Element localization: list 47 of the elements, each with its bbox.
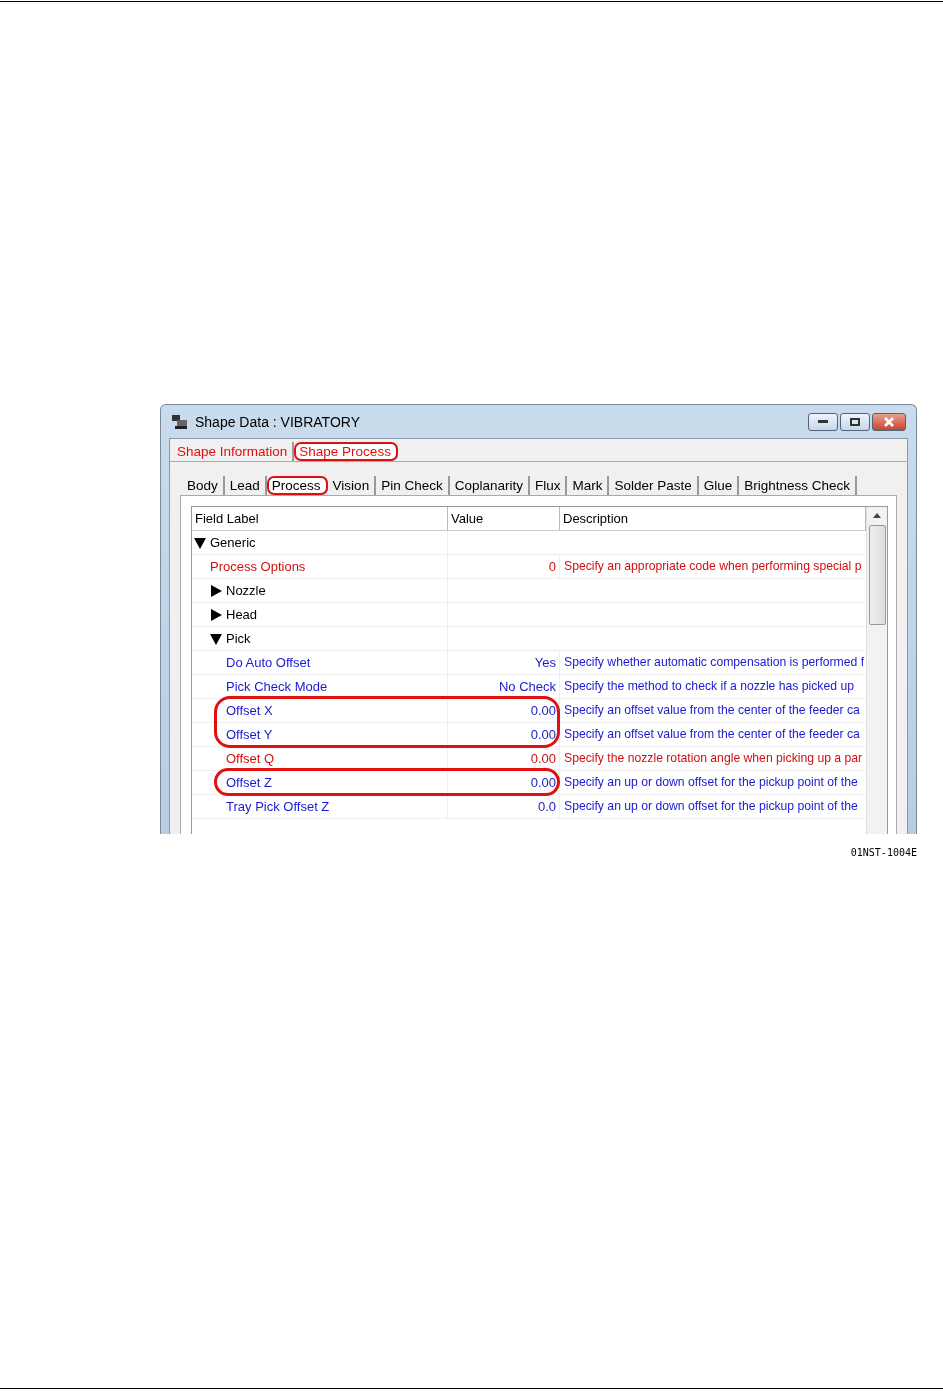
group-label[interactable]: Nozzle — [226, 583, 266, 598]
group-label[interactable]: Head — [226, 607, 258, 622]
close-button[interactable] — [872, 412, 906, 431]
field-label: Process Options — [210, 559, 306, 574]
column-header[interactable]: Value — [448, 507, 560, 530]
maximize-button[interactable] — [840, 412, 870, 431]
close-icon[interactable] — [884, 416, 894, 427]
collapsed-triangle-icon[interactable] — [210, 584, 222, 597]
description-cell-text: Specify an offset value from the center of the feeder ca — [563, 726, 861, 743]
description-cell-text: Specify an offset value from the center of the feeder ca — [563, 702, 861, 719]
maximize-icon[interactable] — [850, 417, 860, 426]
field-label: Pick Check Mode — [226, 679, 328, 694]
field-label: Offset Q — [226, 751, 275, 766]
value-cell[interactable]: 0.0 — [448, 795, 560, 818]
column-header[interactable]: Field Label — [192, 507, 448, 530]
collapsed-triangle-icon[interactable] — [210, 608, 222, 621]
minimize-icon[interactable] — [818, 419, 828, 424]
value-cell[interactable]: 0.00 — [448, 771, 560, 794]
value-cell[interactable]: 0.00 — [448, 723, 560, 746]
group-label[interactable]: Pick — [226, 631, 251, 646]
value-cell[interactable]: Yes — [448, 651, 560, 674]
field-label: Offset Y — [226, 727, 273, 742]
field-label: Do Auto Offset — [226, 655, 311, 670]
expanded-triangle-icon[interactable] — [210, 632, 222, 645]
figure-code: 01NST-1004E — [850, 847, 917, 858]
value-cell[interactable]: 0.00 — [448, 699, 560, 722]
application-icon — [171, 413, 189, 430]
window-title: Shape Data : VIBRATORY — [195, 413, 360, 430]
description-cell-text: Specify an up or down offset for the pickup point of the — [563, 798, 859, 815]
description-cell-text: Specify an up or down offset for the pickup point of the — [563, 774, 859, 791]
tab[interactable]: Process — [266, 476, 328, 495]
description-cell-text: Specify the method to check if a nozzle has picked up — [563, 678, 855, 695]
value-cell[interactable]: No Check — [448, 675, 560, 698]
value-cell[interactable]: 0 — [448, 555, 560, 578]
value-cell[interactable]: 0.00 — [448, 747, 560, 770]
tab[interactable]: Shape Process — [294, 442, 398, 461]
description-cell-text: Specify the nozzle rotation angle when picking up a par — [563, 750, 864, 767]
description-cell-text: Specify an appropriate code when performing special p — [563, 558, 863, 575]
expanded-triangle-icon[interactable] — [194, 536, 206, 549]
scrollbar[interactable] — [866, 507, 887, 834]
minimize-button[interactable] — [808, 412, 838, 431]
description-cell-text: Specify whether automatic compensation is performed f — [563, 654, 866, 671]
field-label: Tray Pick Offset Z — [226, 799, 330, 814]
group-label[interactable]: Generic — [210, 535, 256, 550]
scroll-thumb[interactable] — [868, 525, 886, 625]
field-label: Offset Z — [226, 775, 272, 790]
field-label: Offset X — [226, 703, 273, 718]
